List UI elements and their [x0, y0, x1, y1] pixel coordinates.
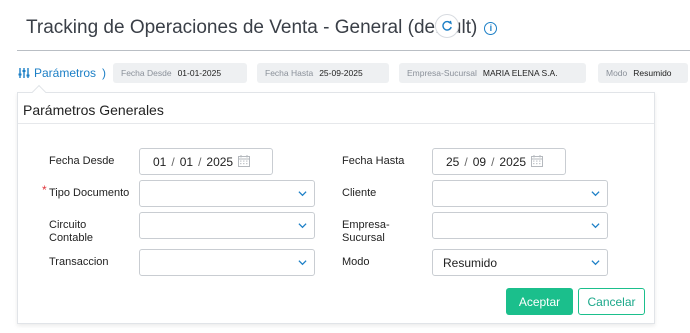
calendar-icon[interactable] [531, 155, 543, 167]
fecha-hasta-month: 09 [472, 154, 487, 169]
calendar-icon[interactable] [238, 155, 250, 167]
chevron-down-icon [591, 260, 600, 266]
fecha-desde-year: 2025 [206, 154, 234, 169]
chevron-down-icon [298, 260, 307, 266]
chip-label: Empresa-Sucursal [407, 68, 477, 78]
transaccion-label: Transaccion [49, 256, 109, 268]
circuito-contable-line1: Circuito [49, 219, 87, 231]
page-title: Tracking de Operaciones de Venta - Gener… [26, 17, 478, 38]
chevron-down-icon [591, 191, 600, 197]
required-mark: * [42, 183, 47, 197]
fecha-hasta-label: Fecha Hasta [342, 155, 405, 167]
chip-value: 01-01-2025 [177, 68, 222, 78]
empresa-sucursal-select[interactable] [432, 212, 608, 239]
fecha-desde-label: Fecha Desde [49, 155, 115, 167]
parameters-label: Parámetros [34, 66, 97, 80]
tipo-documento-select[interactable] [139, 180, 315, 207]
chip-empresa-sucursal: Empresa-Sucursal MARIA ELENA S.A. [399, 63, 586, 83]
circuito-contable-select[interactable] [139, 212, 315, 239]
transaccion-select[interactable] [139, 249, 315, 276]
parameters-toggle[interactable]: Parámetros ) [18, 66, 106, 80]
page-header: Tracking de Operaciones de Venta - Gener… [26, 14, 498, 42]
cancel-button[interactable]: Cancelar [578, 288, 645, 315]
chip-fecha-hasta: Fecha Hasta 25-09-2025 [257, 63, 389, 83]
accept-button[interactable]: Aceptar [506, 288, 573, 315]
chevron-down-icon [298, 191, 307, 197]
chip-value: Resumido [633, 68, 672, 78]
tipo-documento-label: * Tipo Documento [42, 184, 130, 200]
cliente-label: Cliente [342, 187, 377, 199]
empresa-sucursal-label: Empresa- Sucursal [342, 219, 390, 245]
fecha-desde-day: 01 [153, 154, 167, 169]
sliders-icon [18, 68, 30, 78]
parameters-strip: Parámetros ) [18, 62, 106, 84]
circuito-contable-label: Circuito Contable [49, 219, 93, 245]
chip-value: 25-09-2025 [319, 68, 363, 78]
panel-divider [18, 123, 654, 124]
fecha-desde-month: 01 [179, 154, 194, 169]
chevron-right-icon: ) [102, 66, 107, 80]
modo-select[interactable]: Resumido [432, 249, 608, 276]
modo-label: Modo [342, 256, 370, 268]
chip-label: Fecha Hasta [265, 68, 314, 78]
header-divider [17, 50, 690, 51]
empresa-sucursal-line1: Empresa- [342, 219, 390, 231]
panel-title: Parámetros Generales [23, 102, 164, 118]
refresh-button[interactable] [435, 14, 459, 38]
fecha-hasta-day: 25 [446, 154, 460, 169]
chip-value: MARIA ELENA S.A. [482, 68, 558, 78]
tipo-documento-text: Tipo Documento [49, 187, 130, 199]
chip-fecha-desde: Fecha Desde 01-01-2025 [113, 63, 247, 83]
empresa-sucursal-line2: Sucursal [342, 232, 385, 244]
circuito-contable-line2: Contable [49, 232, 94, 244]
chevron-down-icon [591, 223, 600, 229]
fecha-hasta-input[interactable]: 25 / 09 / 2025 [432, 148, 566, 175]
chip-label: Modo [606, 68, 628, 78]
chip-modo: Modo Resumido [598, 63, 688, 83]
info-icon[interactable]: i [484, 21, 498, 35]
fecha-desde-input[interactable]: 01 / 01 / 2025 [139, 148, 273, 175]
modo-value: Resumido [443, 255, 498, 270]
chip-label: Fecha Desde [121, 68, 172, 78]
fecha-hasta-year: 2025 [499, 154, 527, 169]
refresh-icon [442, 20, 452, 31]
cliente-select[interactable] [432, 180, 608, 207]
chevron-down-icon [298, 223, 307, 229]
